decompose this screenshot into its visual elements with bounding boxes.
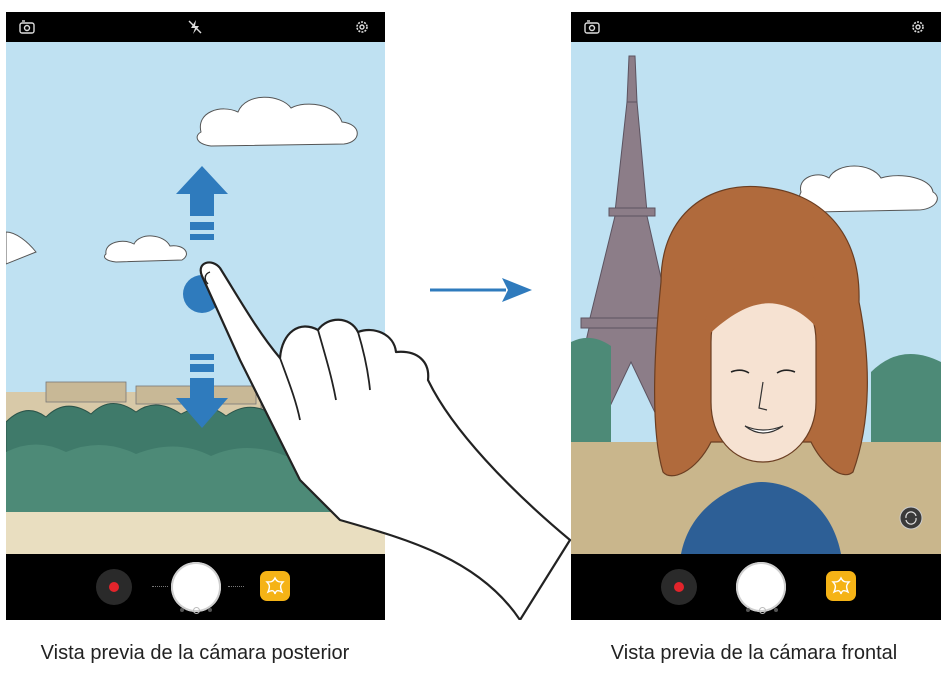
page-dot — [774, 608, 778, 612]
switch-camera-icon[interactable] — [583, 18, 601, 36]
front-caption: Vista previa de la cámara frontal — [610, 642, 898, 664]
rear-caption: Vista previa de la cámara posterior — [40, 642, 350, 664]
effects-icon — [831, 576, 851, 595]
front-camera-preview — [571, 12, 941, 620]
effects-button[interactable] — [826, 571, 856, 601]
bottom-bar — [571, 554, 941, 620]
swipe-hand-icon — [199, 261, 572, 620]
record-button[interactable] — [661, 569, 697, 605]
scene-selfie-eiffel-tower — [571, 42, 941, 554]
flash-off-icon[interactable] — [186, 18, 204, 36]
gear-icon[interactable] — [353, 18, 371, 36]
gear-icon[interactable] — [909, 18, 927, 36]
shutter-button[interactable] — [736, 562, 786, 612]
switch-camera-icon[interactable] — [18, 18, 36, 36]
top-bar — [6, 12, 385, 42]
page-dot-active — [759, 607, 766, 614]
viewfinder[interactable] — [571, 42, 941, 554]
page-dot — [746, 608, 750, 612]
record-button[interactable] — [96, 569, 132, 605]
camera-swap-icon[interactable] — [899, 506, 923, 530]
top-bar — [571, 12, 941, 42]
